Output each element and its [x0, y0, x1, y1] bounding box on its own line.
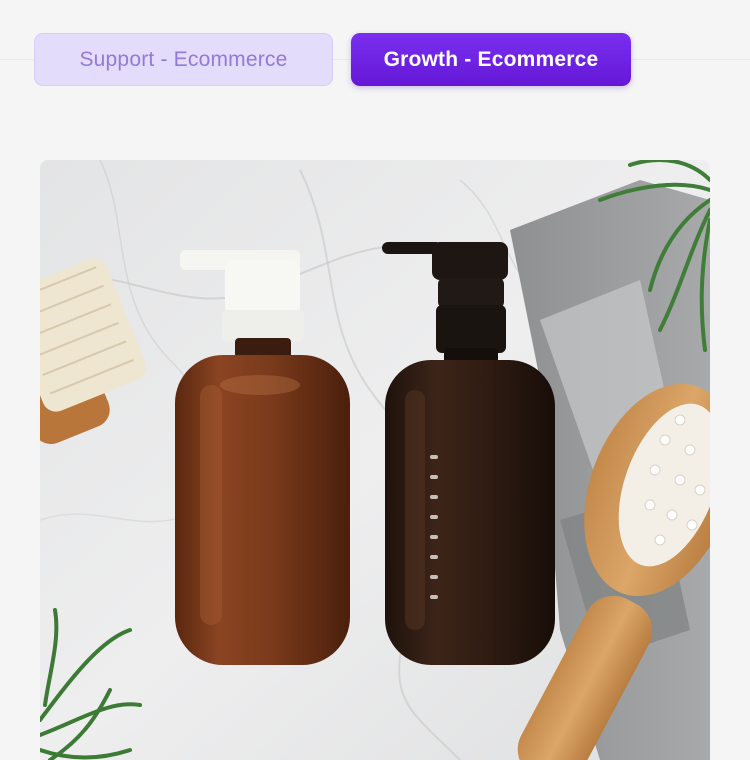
product-photo [40, 160, 710, 760]
category-tabs: Support - Ecommerce Growth - Ecommerce [34, 33, 631, 86]
tab-support-ecommerce[interactable]: Support - Ecommerce [34, 33, 333, 86]
tab-growth-ecommerce[interactable]: Growth - Ecommerce [351, 33, 631, 86]
product-photo-illustration [40, 160, 710, 760]
